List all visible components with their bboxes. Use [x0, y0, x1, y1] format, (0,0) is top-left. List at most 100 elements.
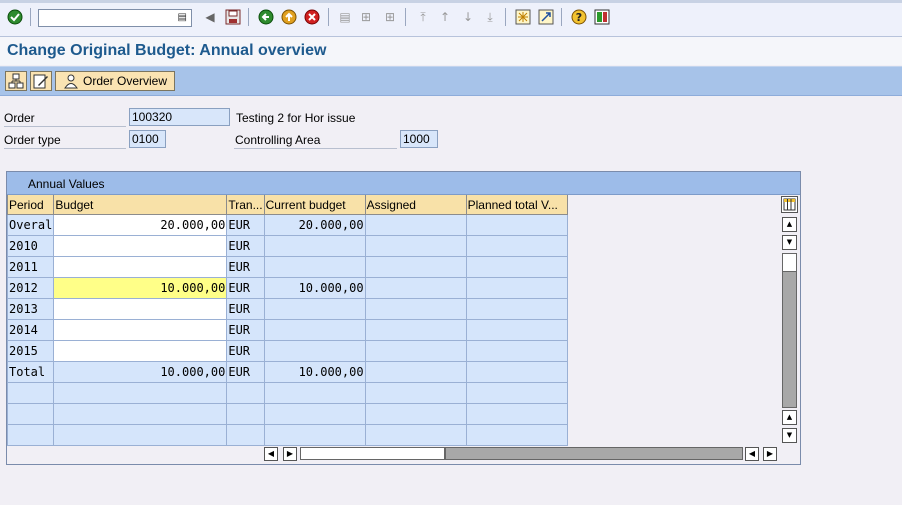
cell-planned-total: [465, 277, 568, 299]
dropdown-icon[interactable]: ▤: [178, 12, 187, 23]
order-overview-label: Order Overview: [82, 74, 168, 88]
edit-button[interactable]: [30, 71, 52, 91]
create-session-icon[interactable]: [515, 9, 531, 25]
scroll-left-button[interactable]: ◀: [745, 447, 759, 461]
edit-icon: [33, 74, 48, 89]
order-overview-button[interactable]: Order Overview: [55, 71, 175, 91]
horizontal-scroll-track[interactable]: [445, 447, 743, 460]
table-row: 2012 10.000,00 EUR 10.000,00: [6, 277, 568, 299]
cell-empty: [53, 382, 228, 404]
hierarchy-button[interactable]: [5, 71, 27, 91]
order-type-label: Order type: [4, 133, 61, 147]
scroll-left-page-button[interactable]: ◀: [264, 447, 278, 461]
previous-page-icon[interactable]: ↑: [437, 9, 453, 25]
back-nav-icon[interactable]: ◀: [202, 9, 218, 25]
cell-empty: [53, 403, 228, 425]
cell-planned-total: [465, 361, 568, 383]
exit-icon[interactable]: [281, 9, 297, 25]
order-field[interactable]: 100320: [129, 108, 230, 126]
table-row: 2015 EUR: [6, 340, 568, 362]
cell-period: Overal: [6, 214, 55, 236]
cell-empty: [364, 403, 467, 425]
cell-current-budget: [263, 235, 366, 257]
cell-period: 2010: [6, 235, 55, 257]
column-header-current-budget[interactable]: Current budget: [263, 195, 366, 215]
annual-values-table: Period Budget Tran... Current budget Ass…: [6, 195, 568, 446]
cell-empty: [364, 382, 467, 404]
scroll-up-page-button[interactable]: ▲: [782, 217, 797, 232]
title-bar: Change Original Budget: Annual overview: [0, 37, 902, 65]
cell-assigned: [364, 319, 467, 341]
cell-budget-input[interactable]: [53, 298, 228, 320]
cell-empty: [6, 424, 55, 446]
cell-budget-input[interactable]: [53, 319, 228, 341]
cancel-icon[interactable]: [304, 9, 320, 25]
first-page-icon[interactable]: ⤒: [415, 9, 431, 25]
back-icon[interactable]: [258, 9, 274, 25]
cell-tran: EUR: [226, 256, 265, 278]
column-header-period[interactable]: Period: [6, 195, 55, 215]
cell-tran: EUR: [226, 277, 265, 299]
scroll-right-page-button[interactable]: ▶: [283, 447, 297, 461]
last-page-icon[interactable]: ⤓: [482, 9, 498, 25]
print-icon[interactable]: ▤: [337, 9, 353, 25]
table-row-empty: [6, 424, 568, 446]
cell-empty: [226, 424, 265, 446]
cell-planned-total: [465, 319, 568, 341]
toolbar-top-border: [0, 0, 902, 3]
cell-current-budget: [263, 256, 366, 278]
cell-assigned: [364, 256, 467, 278]
controlling-area-field[interactable]: 1000: [400, 130, 438, 148]
save-icon[interactable]: [225, 9, 241, 25]
toolbar-separator: [561, 8, 562, 26]
cell-current-budget: [263, 298, 366, 320]
order-type-field[interactable]: 0100: [129, 130, 166, 148]
annual-values-header: Annual Values: [7, 172, 800, 195]
svg-text:?: ?: [576, 11, 582, 24]
command-field[interactable]: ▤: [38, 9, 192, 27]
cell-assigned: [364, 214, 467, 236]
vertical-scroll-track[interactable]: [782, 253, 797, 408]
order-description: Testing 2 for Hor issue: [236, 111, 356, 125]
table-row: 2014 EUR: [6, 319, 568, 341]
vertical-scroll-thumb[interactable]: [782, 253, 797, 272]
help-icon[interactable]: ?: [571, 9, 587, 25]
layout-icon[interactable]: [594, 9, 610, 25]
cell-current-budget: 10.000,00: [263, 277, 366, 299]
application-toolbar: Order Overview: [0, 66, 902, 96]
cell-budget-input[interactable]: 20.000,00: [53, 214, 228, 236]
scroll-right-button[interactable]: ▶: [763, 447, 777, 461]
column-settings-icon: [783, 198, 796, 211]
cell-tran: EUR: [226, 214, 265, 236]
table-row: Overal 20.000,00 EUR 20.000,00: [6, 214, 568, 236]
shortcut-icon[interactable]: [538, 9, 554, 25]
column-header-budget[interactable]: Budget: [53, 195, 228, 215]
cell-budget-input[interactable]: [53, 340, 228, 362]
cell-empty: [263, 403, 366, 425]
cell-planned-total: [465, 214, 568, 236]
column-header-planned-total[interactable]: Planned total V...: [465, 195, 568, 215]
horizontal-scroll-thumb[interactable]: [300, 447, 445, 460]
find-icon[interactable]: ⊞: [358, 9, 374, 25]
column-header-assigned[interactable]: Assigned: [364, 195, 467, 215]
cell-budget-input[interactable]: [53, 235, 228, 257]
cell-current-budget: [263, 340, 366, 362]
cell-budget-input[interactable]: [53, 256, 228, 278]
annual-values-panel: Annual Values Period Budget Tran... Curr…: [6, 171, 801, 465]
cell-empty: [465, 382, 568, 404]
table-row-empty: [6, 382, 568, 404]
cell-tran: EUR: [226, 298, 265, 320]
toolbar-separator: [248, 8, 249, 26]
cell-current-budget: 20.000,00: [263, 214, 366, 236]
cell-budget-input-focused[interactable]: 10.000,00: [53, 277, 228, 299]
column-header-tran[interactable]: Tran...: [226, 195, 265, 215]
scroll-down-page-button[interactable]: ▼: [782, 235, 797, 250]
next-page-icon[interactable]: ↓: [460, 9, 476, 25]
table-settings-button[interactable]: [781, 196, 798, 213]
table-row-empty: [6, 403, 568, 425]
enter-icon[interactable]: [7, 9, 23, 25]
scroll-up-button[interactable]: ▲: [782, 410, 797, 425]
find-next-icon[interactable]: ⊞: [382, 9, 398, 25]
scroll-down-button[interactable]: ▼: [782, 428, 797, 443]
label-underline: [4, 126, 126, 127]
